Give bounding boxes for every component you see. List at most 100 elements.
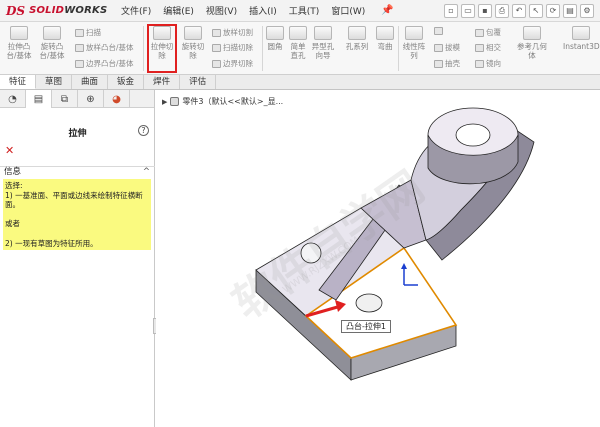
info-line xyxy=(5,229,149,239)
linear-pattern-button[interactable]: 线性阵列 xyxy=(402,26,426,60)
feature-tooltip: 凸台-拉伸1 xyxy=(341,320,391,333)
instant3d-button[interactable]: Instant3D xyxy=(563,26,600,51)
menu-bar: 文件(F) 编辑(E) 视图(V) 插入(I) 工具(T) 窗口(W) 📌 xyxy=(115,4,394,17)
menu-tools[interactable]: 工具(T) xyxy=(283,4,326,17)
tab-sheet-metal[interactable]: 钣金 xyxy=(108,75,145,89)
quick-access-toolbar: ▫ ▭ ▪ ⎙ ↶ ↖ ⟳ ▤ ⚙ xyxy=(444,3,600,18)
info-line: 或者 xyxy=(5,219,20,229)
boundary-cut-button[interactable]: 边界切除 xyxy=(212,58,253,69)
intersect-button[interactable]: 相交 xyxy=(475,42,501,53)
command-manager-ribbon: 拉伸凸台/基体 旋转凸台/基体 扫描 放样凸台/基体 边界凸台/基体 拉伸切除 … xyxy=(0,22,600,75)
wrap-icon xyxy=(475,28,484,37)
info-line: 选择: xyxy=(5,181,23,190)
panel-tabs: ◔ ▤ ⧉ ⊕ ◕ xyxy=(0,90,154,108)
linear-pattern-icon xyxy=(405,26,423,40)
configuration-manager-tab-icon[interactable]: ⧉ xyxy=(52,90,78,108)
feature-manager-tab-icon[interactable]: ◔ xyxy=(0,90,26,108)
revolve-boss-button[interactable]: 旋转凸台/基体 xyxy=(37,26,67,60)
sweep-button[interactable]: 扫描 xyxy=(75,27,101,38)
hole-wizard-button[interactable]: 异型孔向导 xyxy=(311,26,335,60)
revolve-cut-button[interactable]: 旋转切除 xyxy=(180,26,206,60)
swept-cut-button[interactable]: 放样切割 xyxy=(212,27,253,38)
boundary-boss-icon xyxy=(75,59,84,68)
simple-hole-icon xyxy=(289,26,307,40)
simple-hole-button[interactable]: 简单直孔 xyxy=(287,26,309,60)
hole-series-icon xyxy=(348,26,366,40)
draft-icon xyxy=(434,43,443,52)
reference-geometry-icon xyxy=(523,26,541,40)
tab-evaluate[interactable]: 评估 xyxy=(180,75,217,89)
cancel-button[interactable]: ✕ xyxy=(5,144,14,157)
sweep-icon xyxy=(75,28,84,37)
boundary-cut-icon xyxy=(212,59,221,68)
extrude-boss-button[interactable]: 拉伸凸台/基体 xyxy=(4,26,34,60)
tab-weldments[interactable]: 焊件 xyxy=(144,75,181,89)
collapse-chevron-icon[interactable]: ^ xyxy=(143,167,150,178)
info-line: 1) 一基准面、平面或边线来绘制特征横断面。 xyxy=(5,190,143,210)
menu-insert[interactable]: 插入(I) xyxy=(243,4,283,17)
wrap-button[interactable]: 包覆 xyxy=(475,27,501,38)
info-line xyxy=(5,210,149,220)
pin-icon[interactable]: 📌 xyxy=(381,5,393,16)
highlight-extrude-cut xyxy=(147,24,177,73)
revolve-cut-icon xyxy=(184,26,202,40)
new-document-icon[interactable]: ▫ xyxy=(444,3,458,18)
draft-button[interactable]: 拔模 xyxy=(434,42,460,53)
shell-button[interactable]: 抽壳 xyxy=(434,58,460,69)
flex-button[interactable]: 弯曲 xyxy=(373,26,397,51)
ds-logo-mark: DS xyxy=(6,3,26,18)
loft-button[interactable]: 放样凸台/基体 xyxy=(75,42,134,53)
dimxpert-tab-icon[interactable]: ⊕ xyxy=(78,90,104,108)
revolve-boss-icon xyxy=(43,26,61,40)
mirror-icon xyxy=(475,59,484,68)
info-section-header[interactable]: 信息 ^ xyxy=(0,166,155,178)
rib-icon xyxy=(434,27,443,35)
info-line: 2) 一现有草图为特征所用。 xyxy=(5,238,98,248)
panel-title: 拉伸 xyxy=(68,129,87,139)
property-manager-panel: ◔ ▤ ⧉ ⊕ ◕ 拉伸 ? ✕ 信息 ^ 选择: 1) 一基准面、平面或边线来… xyxy=(0,90,159,427)
instant3d-icon xyxy=(572,26,590,40)
tab-sketch[interactable]: 草图 xyxy=(36,75,73,89)
rib-button[interactable] xyxy=(434,27,443,35)
swept-cut-icon xyxy=(212,28,221,37)
options-gear-icon[interactable]: ⚙ xyxy=(580,3,594,18)
base-hole-right xyxy=(355,293,383,313)
open-icon[interactable]: ▭ xyxy=(461,3,475,18)
solidworks-logo: DS SOLIDWORKS xyxy=(6,3,108,18)
hole-wizard-icon xyxy=(314,26,332,40)
mirror-button[interactable]: 镜向 xyxy=(475,58,501,69)
menu-view[interactable]: 视图(V) xyxy=(200,4,243,17)
sweep-cut-icon xyxy=(212,43,221,52)
menu-file[interactable]: 文件(F) xyxy=(115,4,157,17)
fillet-icon xyxy=(266,26,284,40)
print-icon[interactable]: ⎙ xyxy=(495,3,509,18)
boundary-boss-button[interactable]: 边界凸台/基体 xyxy=(75,58,134,69)
help-icon[interactable]: ? xyxy=(138,125,149,136)
extrude-boss-icon xyxy=(10,26,28,40)
title-bar: DS SOLIDWORKS 文件(F) 编辑(E) 视图(V) 插入(I) 工具… xyxy=(0,0,600,22)
property-manager-tab-icon[interactable]: ▤ xyxy=(26,90,52,108)
loft-icon xyxy=(75,43,84,52)
file-properties-icon[interactable]: ▤ xyxy=(563,3,577,18)
select-icon[interactable]: ↖ xyxy=(529,3,543,18)
intersect-icon xyxy=(475,43,484,52)
hole-series-button[interactable]: 孔系列 xyxy=(343,26,371,51)
rebuild-icon[interactable]: ⟳ xyxy=(546,3,560,18)
fillet-button[interactable]: 圆角 xyxy=(265,26,285,51)
save-icon[interactable]: ▪ xyxy=(478,3,492,18)
menu-window[interactable]: 窗口(W) xyxy=(325,4,371,17)
tab-features[interactable]: 特征 xyxy=(0,75,37,89)
part-model-3d[interactable] xyxy=(156,90,600,427)
shell-icon xyxy=(434,59,443,68)
menu-edit[interactable]: 编辑(E) xyxy=(157,4,200,17)
graphics-viewport[interactable]: ▶ 零件3（默认<<默认>_显... 软件自学网 WWW.RJZXW.COM 凸… xyxy=(156,90,600,427)
command-tabs: 特征 草图 曲面 钣金 焊件 评估 xyxy=(0,75,600,90)
top-boss-hole xyxy=(455,123,491,147)
tab-surfaces[interactable]: 曲面 xyxy=(72,75,109,89)
reference-geometry-button[interactable]: 参考几何体 xyxy=(516,26,548,60)
undo-icon[interactable]: ↶ xyxy=(512,3,526,18)
sweep-cut-button[interactable]: 扫描切除 xyxy=(212,42,253,53)
display-manager-tab-icon[interactable]: ◕ xyxy=(104,90,130,108)
flex-icon xyxy=(376,26,394,40)
info-message-box: 选择: 1) 一基准面、平面或边线来绘制特征横断面。 或者 2) 一现有草图为特… xyxy=(3,179,151,250)
